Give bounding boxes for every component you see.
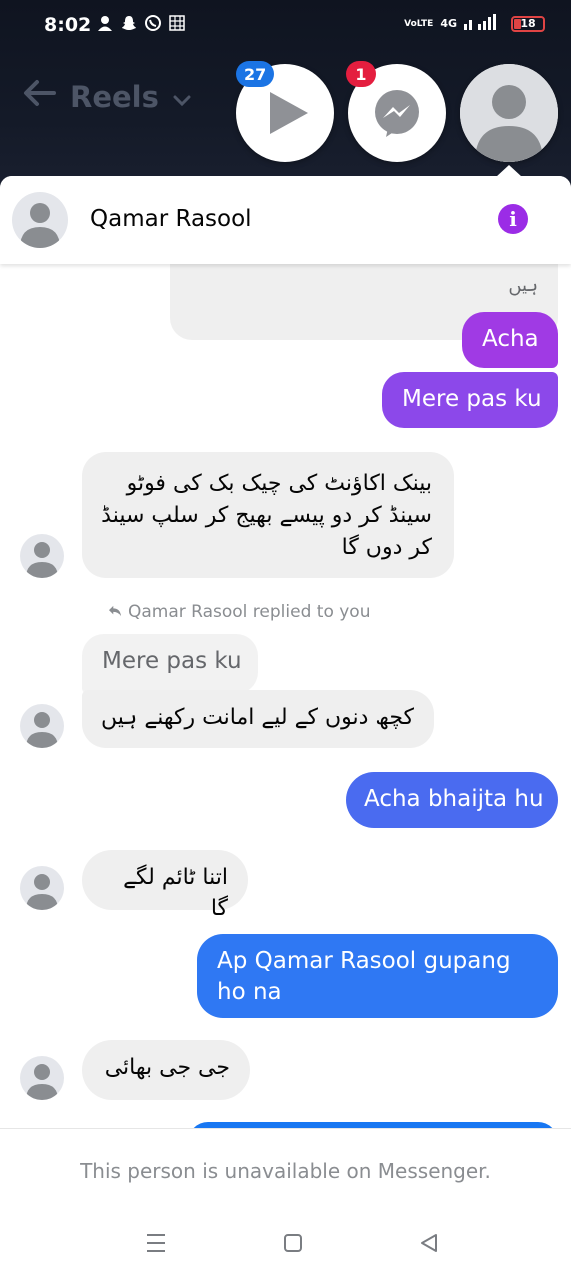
battery-icon: 18 bbox=[511, 15, 545, 32]
messenger-badge: 1 bbox=[346, 61, 376, 87]
message-outgoing[interactable]: Acha bbox=[462, 312, 558, 368]
contact-avatar[interactable] bbox=[12, 192, 68, 248]
person-notification-icon bbox=[96, 14, 114, 32]
status-right: VoLTE 4G 18 bbox=[404, 14, 545, 33]
quoted-message[interactable]: Mere pas ku bbox=[82, 634, 258, 694]
message-text: بینک اکاؤنٹ کی چیک بک کی فوٹو سینڈ کر دو… bbox=[101, 471, 432, 560]
message-incoming[interactable]: جی جی بھائی bbox=[82, 1040, 250, 1100]
status-bar: 8:02 VoLTE 4G 18 bbox=[0, 0, 571, 50]
message-incoming[interactable]: اتنا ٹائم لگے گا bbox=[82, 850, 248, 921]
contact-name[interactable]: Qamar Rasool bbox=[90, 206, 252, 232]
message-text: Acha bbox=[482, 326, 539, 352]
signal-icon bbox=[464, 14, 504, 33]
message-incoming[interactable]: کچھ دنوں کے لیے امانت رکھنے ہیں bbox=[82, 690, 434, 748]
reply-icon bbox=[108, 602, 122, 622]
message-text: جی جی بھائی bbox=[104, 1055, 230, 1080]
message-text: Mere pas ku bbox=[102, 648, 242, 674]
volte-label: VoLTE bbox=[404, 18, 434, 29]
background-app-header: Reels bbox=[22, 78, 191, 115]
message-text: Mere pas ku bbox=[402, 386, 542, 412]
sender-avatar[interactable] bbox=[20, 866, 64, 910]
message-text: ہیں bbox=[508, 275, 538, 296]
network-label: 4G bbox=[440, 17, 457, 30]
video-badge: 27 bbox=[236, 61, 275, 87]
menu-icon[interactable] bbox=[145, 1232, 167, 1258]
message-outgoing[interactable]: Ap Qamar Rasool gupang ho na bbox=[197, 934, 558, 1018]
unavailable-notice: This person is unavailable on Messenger. bbox=[80, 1159, 491, 1183]
sender-avatar[interactable] bbox=[20, 534, 64, 578]
message-text: اتنا ٹائم لگے گا bbox=[123, 865, 228, 921]
message-text: کچھ دنوں کے لیے امانت رکھنے ہیں bbox=[101, 705, 414, 730]
message-outgoing[interactable]: Mere pas ku bbox=[382, 372, 558, 428]
chevron-down-icon[interactable] bbox=[173, 80, 191, 114]
messenger-icon bbox=[372, 88, 422, 142]
notification-icons bbox=[96, 14, 186, 32]
battery-level: 18 bbox=[520, 16, 536, 30]
back-icon[interactable] bbox=[418, 1232, 440, 1258]
unavailable-footer: This person is unavailable on Messenger. bbox=[0, 1128, 571, 1211]
message-incoming[interactable]: بینک اکاؤنٹ کی چیک بک کی فوٹو سینڈ کر دو… bbox=[82, 452, 454, 578]
sender-avatar[interactable] bbox=[20, 1056, 64, 1100]
message-text: Ap Qamar Rasool gupang ho na bbox=[217, 948, 511, 1005]
home-icon[interactable] bbox=[282, 1232, 304, 1258]
reply-label: Qamar Rasool replied to you bbox=[128, 602, 371, 622]
android-nav-bar bbox=[0, 1210, 571, 1280]
arrow-left-icon[interactable] bbox=[22, 78, 56, 115]
message-outgoing[interactable]: Acha bhaijta hu bbox=[346, 772, 558, 828]
reels-title[interactable]: Reels bbox=[70, 80, 159, 114]
chat-header: Qamar Rasool i bbox=[0, 176, 571, 264]
avatar-icon bbox=[460, 64, 558, 162]
sender-avatar[interactable] bbox=[20, 704, 64, 748]
snapchat-icon bbox=[120, 14, 138, 32]
info-icon[interactable]: i bbox=[498, 204, 528, 234]
message-text: Acha bhaijta hu bbox=[364, 786, 544, 812]
grid-app-icon bbox=[168, 14, 186, 32]
chat-panel: Qamar Rasool i ہیں Acha Mere pas ku بینک… bbox=[0, 176, 571, 1210]
reply-indicator: Qamar Rasool replied to you bbox=[108, 602, 370, 622]
whatsapp-icon bbox=[144, 14, 162, 32]
contact-chat-head[interactable] bbox=[460, 64, 558, 162]
status-time: 8:02 bbox=[44, 14, 92, 36]
play-icon bbox=[264, 90, 310, 140]
